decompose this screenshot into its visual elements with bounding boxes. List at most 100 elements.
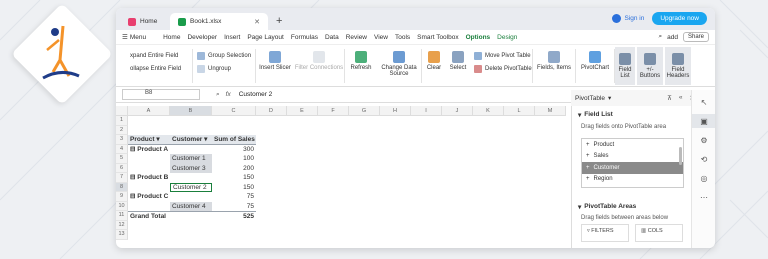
col-header-c[interactable]: C	[212, 106, 256, 116]
zoom-icon[interactable]: ⌕	[216, 91, 220, 99]
menu-formulas[interactable]: Formulas	[291, 34, 318, 41]
col-header-h[interactable]: H	[380, 106, 411, 116]
row-header-13[interactable]: 13	[116, 230, 128, 240]
cell-b5[interactable]: Customer 1	[170, 154, 212, 164]
cell-c4[interactable]: 300	[212, 145, 256, 155]
areas-section[interactable]: ▾ PivotTable Areas	[578, 203, 636, 211]
col-header-m[interactable]: M	[535, 106, 566, 116]
cell-c9[interactable]: 75	[212, 192, 256, 202]
field-customer[interactable]: + Customer	[582, 162, 683, 174]
ungroup-button[interactable]: Ungroup	[197, 62, 255, 75]
menu-data[interactable]: Data	[325, 34, 339, 41]
cursor-icon[interactable]: ↖	[692, 95, 715, 109]
fx-icon[interactable]: fx	[226, 91, 231, 99]
cell-a9[interactable]: ⊟ Product C	[128, 192, 170, 202]
row-header-2[interactable]: 2	[116, 125, 128, 135]
col-header-k[interactable]: K	[473, 106, 504, 116]
collapse-icon[interactable]: «	[679, 94, 683, 102]
row-header-9[interactable]: 9	[116, 192, 128, 202]
menu-smart-toolbox[interactable]: Smart Toolbox	[417, 34, 458, 41]
upgrade-button[interactable]: Upgrade now	[652, 12, 707, 25]
cols-area[interactable]: ▥ COLS	[635, 224, 683, 242]
search-text[interactable]: add	[667, 34, 678, 41]
menu-page-layout[interactable]: Page Layout	[247, 34, 284, 41]
format-icon[interactable]: ⚙	[692, 133, 715, 147]
row-header-5[interactable]: 5	[116, 154, 128, 164]
row-header-6[interactable]: 6	[116, 163, 128, 173]
cell-c5[interactable]: 100	[212, 154, 256, 164]
cell-b6[interactable]: Customer 3	[170, 163, 212, 173]
col-header-g[interactable]: G	[349, 106, 380, 116]
col-header-d[interactable]: D	[256, 106, 287, 116]
pivot-header-customer[interactable]: Customer ▾	[170, 135, 212, 145]
pivot-panel-title[interactable]: PivotTable	[575, 95, 605, 102]
menu-view[interactable]: View	[374, 34, 388, 41]
menu-developer[interactable]: Developer	[187, 34, 217, 41]
filter-dropdown-icon[interactable]: ▾	[156, 136, 159, 143]
cell-c7[interactable]: 150	[212, 173, 256, 183]
cell-b8-active[interactable]: Customer 2	[170, 182, 212, 192]
search-icon[interactable]: ⌕	[658, 33, 662, 41]
pivot-header-product[interactable]: Product ▾	[128, 135, 170, 145]
pin-icon[interactable]: ⊼	[667, 94, 672, 102]
field-product[interactable]: + Product	[582, 139, 683, 151]
tab-home[interactable]: Home	[120, 13, 170, 30]
col-header-f[interactable]: F	[318, 106, 349, 116]
sign-in-button[interactable]: Sign in	[612, 14, 644, 23]
col-header-l[interactable]: L	[504, 106, 535, 116]
row-header-7[interactable]: 7	[116, 173, 128, 183]
change-data-source-button[interactable]: Change Data Source	[377, 45, 421, 77]
row-header-10[interactable]: 10	[116, 201, 128, 211]
row-header-1[interactable]: 1	[116, 116, 128, 126]
menu-options[interactable]: Options	[466, 34, 491, 41]
cell-c6[interactable]: 200	[212, 164, 256, 174]
pivot-sidebar-icon[interactable]: ▣	[692, 114, 715, 128]
row-header-4[interactable]: 4	[116, 144, 128, 154]
main-menu-button[interactable]: ☰ Menu	[122, 33, 146, 42]
collapse-field-button[interactable]: ollapse Entire Field	[130, 62, 192, 75]
spreadsheet-grid[interactable]: A B C D E F G H I J K L M 1 2 3 4 5 6 7 …	[116, 106, 571, 248]
group-selection-button[interactable]: Group Selection	[197, 49, 255, 62]
select-button[interactable]: Select	[446, 45, 470, 71]
pivot-header-sum[interactable]: Sum of Sales	[212, 135, 256, 145]
filters-area[interactable]: ▿ FILTERS	[581, 224, 629, 242]
pivotchart-button[interactable]: PivotChart	[576, 45, 614, 71]
name-box[interactable]: B8	[122, 89, 200, 100]
delete-pivot-button[interactable]: Delete PivotTable	[474, 62, 532, 75]
plus-minus-buttons-button[interactable]: +/- Buttons	[637, 47, 663, 85]
filter-connections-button[interactable]: Filter Connections	[294, 45, 344, 71]
menu-design[interactable]: Design	[497, 34, 517, 41]
menu-review[interactable]: Review	[346, 34, 367, 41]
field-region[interactable]: + Region	[582, 174, 683, 186]
menu-tools[interactable]: Tools	[395, 34, 410, 41]
clear-button[interactable]: Clear	[422, 45, 446, 71]
col-header-j[interactable]: J	[442, 106, 473, 116]
cell-b10[interactable]: Customer 4	[170, 201, 212, 211]
new-tab-icon[interactable]: +	[276, 15, 282, 27]
close-tab-icon[interactable]: ✕	[254, 18, 260, 26]
cell-a7[interactable]: ⊟ Product B	[128, 173, 170, 183]
expand-field-button[interactable]: xpand Entire Field	[130, 49, 192, 62]
cell-a4[interactable]: ⊟ Product A	[128, 145, 170, 155]
field-list-button[interactable]: Field List	[615, 47, 635, 85]
field-list-section[interactable]: ▾ Field List	[578, 111, 691, 119]
col-header-i[interactable]: I	[411, 106, 442, 116]
formula-input[interactable]: Customer 2	[239, 91, 273, 98]
tab-book1[interactable]: Book1.xlsx ✕	[170, 13, 268, 30]
share-button[interactable]: Share	[682, 32, 709, 42]
cell-c8[interactable]: 150	[212, 183, 256, 193]
menu-insert[interactable]: Insert	[224, 34, 240, 41]
col-header-e[interactable]: E	[287, 106, 318, 116]
field-sales[interactable]: + Sales	[582, 151, 683, 163]
row-header-12[interactable]: 12	[116, 220, 128, 230]
backup-icon[interactable]: ◎	[692, 171, 715, 185]
row-header-11[interactable]: 11	[116, 211, 128, 221]
more-icon[interactable]: ⋯	[692, 190, 715, 204]
col-header-b[interactable]: B	[170, 106, 212, 116]
menu-home[interactable]: Home	[163, 34, 180, 41]
chevron-down-icon[interactable]: ▾	[608, 94, 611, 102]
insert-slicer-button[interactable]: Insert Slicer	[256, 45, 294, 71]
history-icon[interactable]: ⟲	[692, 152, 715, 166]
col-header-a[interactable]: A	[128, 106, 170, 116]
field-headers-button[interactable]: Field Headers	[665, 47, 691, 85]
